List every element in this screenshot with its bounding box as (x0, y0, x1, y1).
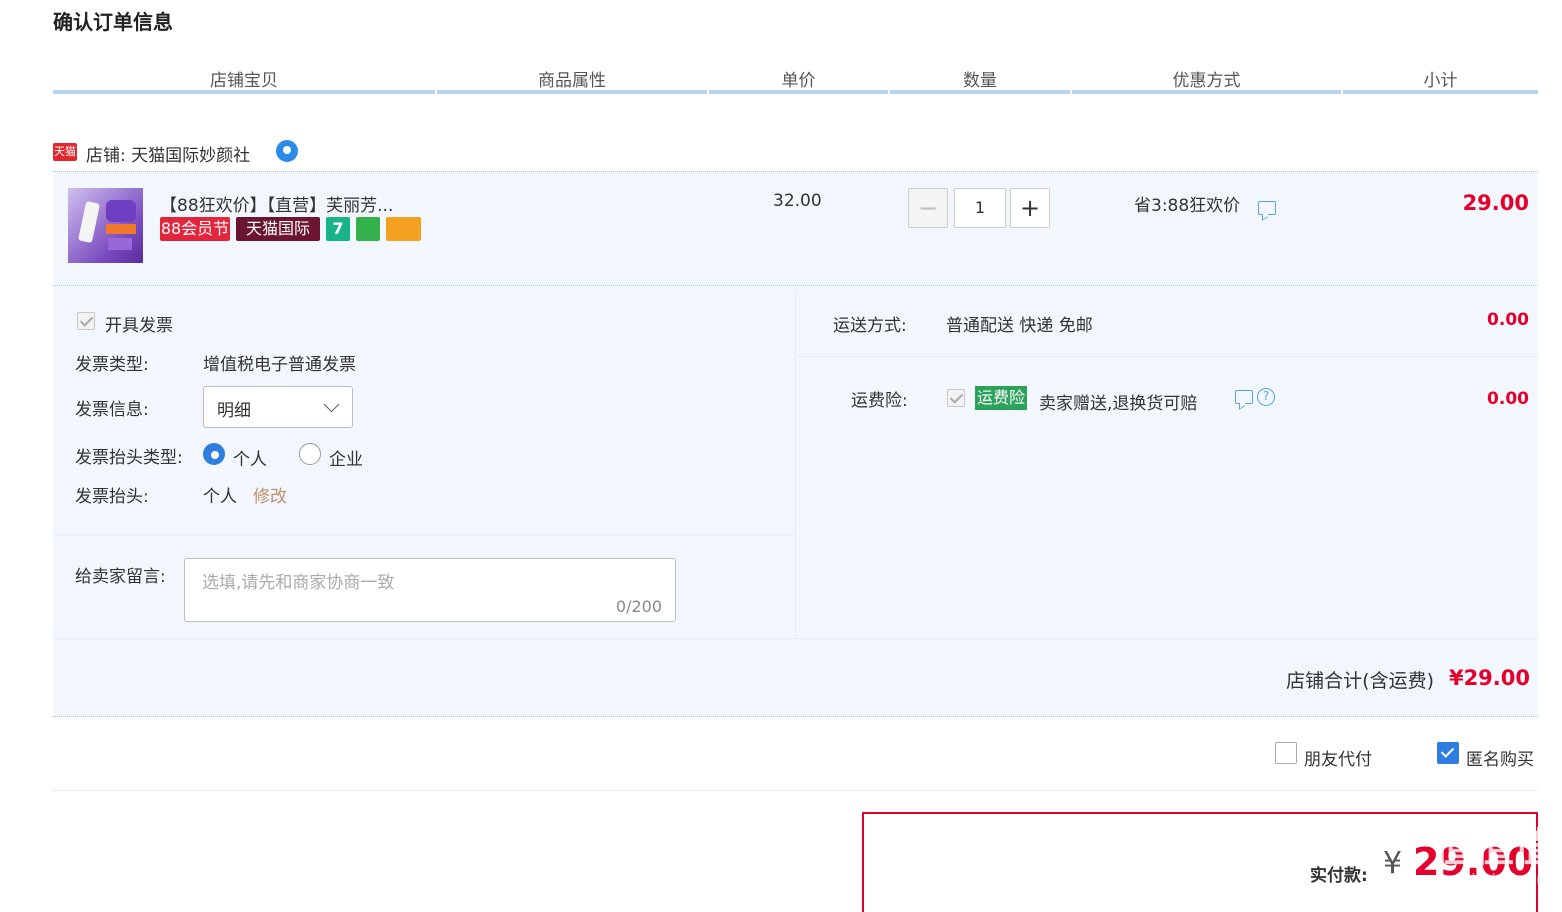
item-subtotal: 29.00 (1462, 191, 1529, 215)
header-underline (709, 90, 888, 94)
header-underline (1343, 90, 1538, 94)
radio-personal-label[interactable]: 个人 (233, 445, 267, 470)
invoice-type-value: 增值税电子普通发票 (203, 355, 356, 375)
payment-label: 实付款: (1310, 866, 1368, 886)
radio-personal[interactable] (203, 443, 225, 465)
divider (53, 534, 795, 535)
payment-currency: ¥ (1383, 846, 1403, 881)
insurance-label: 运费险: (851, 391, 908, 411)
invoice-title-label: 发票抬头: (75, 487, 149, 507)
header-underline (437, 90, 707, 94)
product-title[interactable]: 【88狂欢价】【直营】芙丽芳... (160, 191, 393, 216)
column-header-quantity: 数量 (963, 71, 997, 91)
shield-badge-icon (356, 217, 380, 241)
header-underline (1072, 90, 1341, 94)
message-placeholder: 选填,请先和商家协商一致 (202, 573, 395, 593)
help-icon[interactable]: ? (1257, 388, 1275, 406)
watermark-logo: 值值值 (1434, 825, 1554, 871)
divider (53, 638, 1538, 639)
friend-pay-checkbox[interactable] (1275, 742, 1297, 764)
edit-invoice-link[interactable]: 修改 (253, 482, 287, 507)
chat-icon[interactable] (276, 140, 298, 162)
shipping-fee: 0.00 (1487, 310, 1529, 330)
anonymous-checkbox[interactable] (1437, 742, 1459, 764)
insurance-fee: 0.00 (1487, 389, 1529, 409)
message-counter: 0/200 (615, 597, 662, 616)
unit-price: 32.00 (773, 191, 822, 211)
insurance-checkbox[interactable] (947, 389, 965, 407)
message-input[interactable]: 选填,请先和商家协商一致 0/200 (184, 558, 676, 622)
quantity-input[interactable]: 1 (954, 188, 1006, 228)
insurance-description: 卖家赠送,退换货可赔 (1039, 394, 1198, 414)
invoice-info-value: 明细 (217, 401, 251, 421)
product-image[interactable] (68, 188, 143, 263)
member-day-badge: 88会员节 (160, 217, 230, 241)
divider (53, 790, 1538, 791)
invoice-info-label: 发票信息: (75, 400, 149, 420)
seven-day-return-badge: 7 (326, 217, 350, 241)
column-header-unit-price: 单价 (781, 71, 816, 91)
chevron-down-icon (323, 396, 340, 413)
invoice-title-value: 个人 (203, 487, 237, 507)
card-badge-icon (386, 217, 421, 241)
invoice-info-select[interactable]: 明细 (203, 386, 353, 428)
header-underline (53, 90, 435, 94)
shipping-method: 普通配送 快递 免邮 (946, 316, 1093, 336)
shop-total-label: 店铺合计(含运费) (1286, 670, 1434, 692)
message-label: 给卖家留言: (75, 567, 166, 587)
discount-label: 省3:88狂欢价 (1134, 196, 1241, 216)
divider (53, 716, 1538, 717)
tmall-icon: 天猫 (53, 143, 77, 161)
watermark-url: zhizhizhi.com (1455, 872, 1550, 888)
column-header-subtotal: 小计 (1423, 71, 1458, 91)
radio-company-label[interactable]: 企业 (329, 445, 363, 470)
comment-icon[interactable] (1258, 201, 1276, 215)
shipping-label: 运送方式: (833, 316, 907, 336)
shop-total-value: ¥29.00 (1448, 666, 1530, 690)
radio-company[interactable] (299, 443, 321, 465)
tmall-global-badge: 天猫国际 (236, 217, 320, 241)
increase-quantity-button[interactable]: + (1010, 188, 1050, 228)
page-title: 确认订单信息 (53, 10, 173, 34)
insurance-tag: 运费险 (975, 386, 1028, 410)
shop-name[interactable]: 店铺: 天猫国际妙颜社 (86, 141, 250, 166)
friend-pay-label[interactable]: 朋友代付 (1304, 745, 1372, 770)
invoice-checkbox-label: 开具发票 (105, 316, 173, 336)
column-header-attributes: 商品属性 (538, 71, 606, 91)
decrease-quantity-button[interactable]: − (908, 188, 948, 228)
invoice-type-label: 发票类型: (75, 355, 149, 375)
anonymous-label[interactable]: 匿名购买 (1466, 745, 1534, 770)
column-header-discount: 优惠方式 (1172, 71, 1241, 91)
comment-icon[interactable] (1235, 390, 1253, 404)
divider (797, 356, 1538, 357)
header-underline (890, 90, 1070, 94)
divider (795, 290, 796, 638)
column-header-item: 店铺宝贝 (210, 71, 278, 91)
invoice-checkbox[interactable] (77, 312, 95, 330)
invoice-title-type-label: 发票抬头类型: (75, 448, 183, 468)
